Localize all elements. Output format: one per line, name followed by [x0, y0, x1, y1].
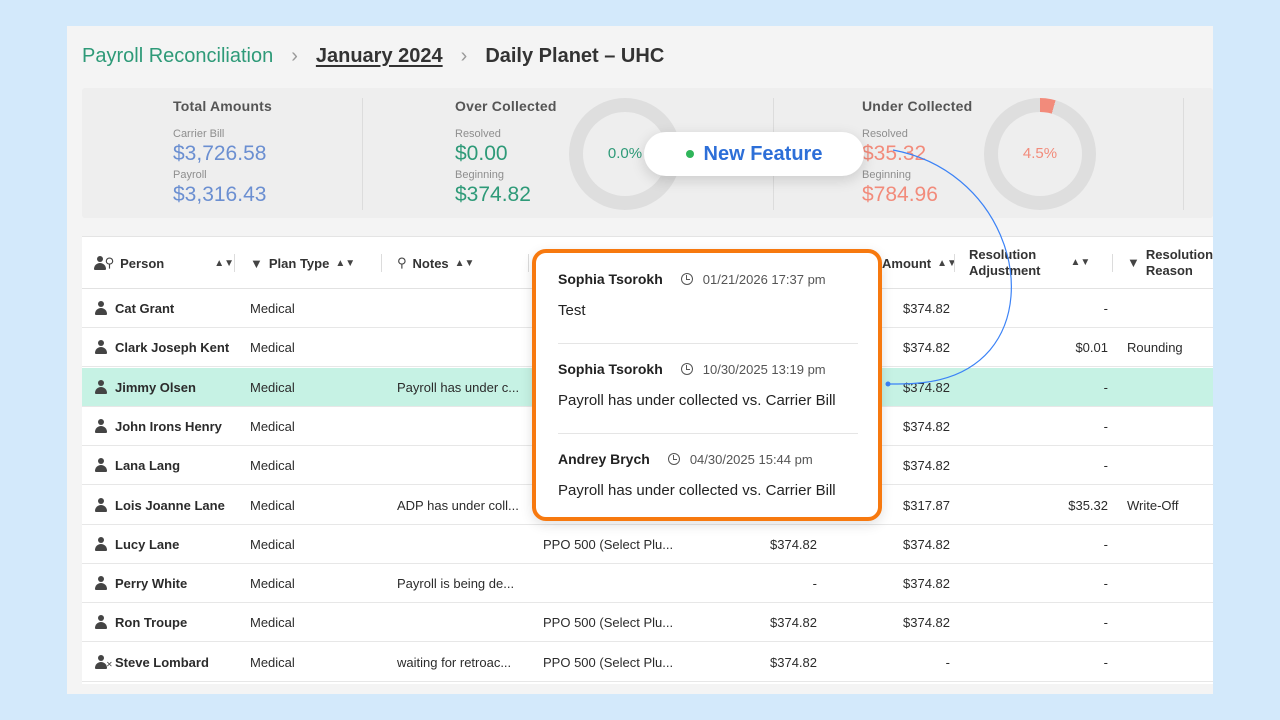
note-timestamp: 01/21/2026 17:37 pm [680, 271, 826, 287]
note-timestamp: 04/30/2025 15:44 pm [667, 451, 813, 467]
note-entry: Andrey Brych 04/30/2025 15:44 pm Payroll h… [558, 451, 858, 499]
divider [558, 433, 858, 434]
note-author: Sophia Tsorokh [558, 361, 663, 377]
note-time-text: 10/30/2025 13:19 pm [702, 361, 826, 377]
note-timestamp: 10/30/2025 13:19 pm [680, 361, 826, 377]
notes-popup: Sophia Tsorokh 01/21/2026 17:37 pm Test Sop… [532, 249, 882, 521]
clock-icon [680, 273, 693, 285]
note-text: Payroll has under collected vs. Carrier … [558, 482, 836, 499]
note-time-text: 04/30/2025 15:44 pm [689, 451, 813, 467]
note-entry: Sophia Tsorokh 01/21/2026 17:37 pm Test [558, 271, 858, 319]
note-author: Sophia Tsorokh [558, 271, 663, 287]
note-entry: Sophia Tsorokh 10/30/2025 13:19 pm Payroll… [558, 361, 858, 409]
divider [558, 343, 858, 344]
clock-icon [680, 363, 693, 375]
note-time-text: 01/21/2026 17:37 pm [702, 271, 826, 287]
note-text: Payroll has under collected vs. Carrier … [558, 392, 836, 409]
note-text: Test [558, 302, 586, 319]
clock-icon [667, 453, 680, 465]
note-author: Andrey Brych [558, 451, 650, 467]
